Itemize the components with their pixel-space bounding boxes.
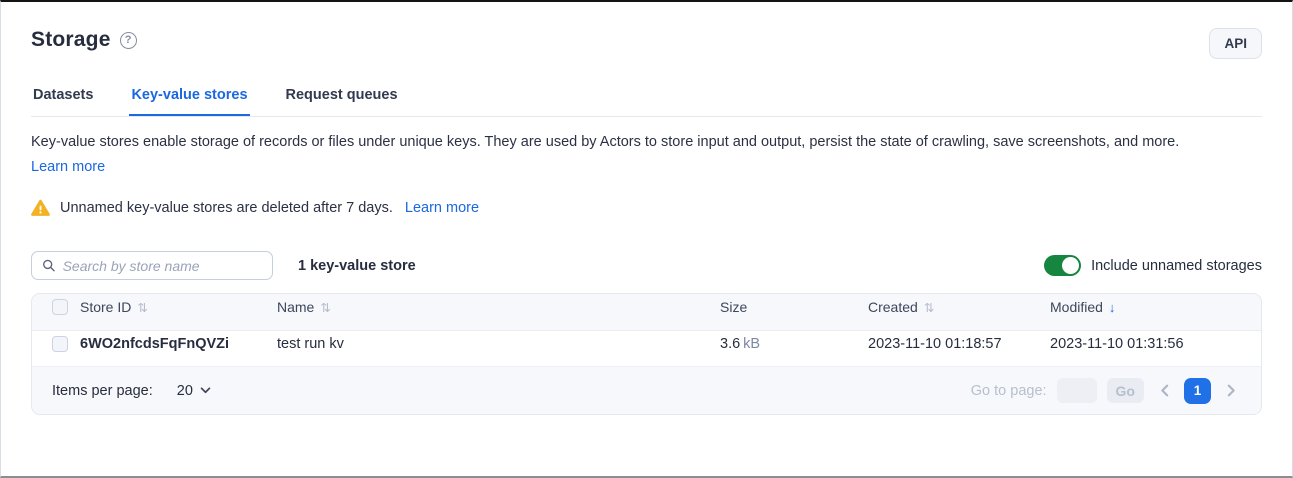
description: Key-value stores enable storage of recor… (31, 132, 1262, 178)
sort-both-icon[interactable]: ⇅ (137, 300, 147, 315)
tab-key-value-stores[interactable]: Key-value stores (129, 81, 249, 116)
include-unnamed-toggle[interactable] (1044, 255, 1081, 276)
chevron-right-icon (1227, 384, 1236, 397)
storage-page: Storage ? API Datasets Key-value stores … (1, 2, 1292, 415)
go-button[interactable]: Go (1107, 378, 1144, 403)
column-header-store-id[interactable]: Store ID ⇅ (80, 299, 277, 315)
chevron-down-icon (200, 387, 211, 394)
items-per-page-select[interactable]: 20 (177, 383, 211, 399)
cell-store-id[interactable]: 6WO2nfcdsFqFnQVZi (80, 336, 277, 352)
column-header-modified[interactable]: Modified ↓ (1050, 299, 1261, 315)
chevron-left-icon (1160, 384, 1169, 397)
pagination-controls: Go to page: Go 1 (971, 378, 1241, 404)
page-1-button[interactable]: 1 (1184, 378, 1211, 404)
search-input[interactable] (63, 258, 262, 274)
description-learn-more-link[interactable]: Learn more (31, 157, 105, 178)
previous-page-button[interactable] (1154, 378, 1174, 404)
page-title: Storage (31, 28, 111, 52)
size-unit: kB (743, 336, 760, 352)
warning-learn-more-link[interactable]: Learn more (405, 200, 479, 216)
toolbar: 1 key-value store Include unnamed storag… (31, 251, 1262, 280)
search-box[interactable] (31, 251, 273, 280)
cell-created: 2023-11-10 01:18:57 (868, 336, 1050, 352)
table-footer: Items per page: 20 Go to page: Go 1 (32, 367, 1261, 414)
toggle-knob (1062, 257, 1079, 274)
row-checkbox[interactable] (52, 336, 68, 352)
kv-store-table: Store ID ⇅ Name ⇅ Size Created ⇅ Modifie… (31, 293, 1262, 415)
page-header: Storage ? API (31, 28, 1262, 59)
select-all-checkbox[interactable] (52, 299, 68, 315)
sort-desc-icon[interactable]: ↓ (1109, 300, 1116, 315)
store-count-label: 1 key-value store (298, 258, 416, 274)
items-per-page-label: Items per page: (52, 383, 153, 399)
next-page-button[interactable] (1221, 378, 1241, 404)
warning-text: Unnamed key-value stores are deleted aft… (60, 200, 393, 216)
cell-name[interactable]: test run kv (277, 336, 720, 352)
column-header-size: Size (720, 299, 868, 315)
warning-icon (31, 199, 50, 217)
description-text: Key-value stores enable storage of recor… (31, 134, 1179, 150)
go-to-page-label: Go to page: (971, 383, 1047, 399)
cell-size: 3.6kB (720, 336, 868, 352)
tab-request-queues[interactable]: Request queues (284, 81, 400, 116)
storage-tabs: Datasets Key-value stores Request queues (31, 81, 1262, 117)
cell-modified: 2023-11-10 01:31:56 (1050, 336, 1261, 352)
table-header-row: Store ID ⇅ Name ⇅ Size Created ⇅ Modifie… (32, 294, 1261, 331)
table-row[interactable]: 6WO2nfcdsFqFnQVZi test run kv 3.6kB 2023… (32, 331, 1261, 367)
sort-both-icon[interactable]: ⇅ (320, 300, 330, 315)
tab-datasets[interactable]: Datasets (31, 81, 95, 116)
help-icon[interactable]: ? (120, 32, 137, 49)
warning-banner: Unnamed key-value stores are deleted aft… (31, 199, 1262, 217)
search-icon (42, 258, 56, 273)
go-to-page-input[interactable] (1057, 378, 1097, 403)
toggle-label: Include unnamed storages (1091, 258, 1262, 274)
column-header-created[interactable]: Created ⇅ (868, 299, 1050, 315)
sort-both-icon[interactable]: ⇅ (924, 300, 934, 315)
column-header-name[interactable]: Name ⇅ (277, 299, 720, 315)
api-button[interactable]: API (1209, 28, 1262, 59)
